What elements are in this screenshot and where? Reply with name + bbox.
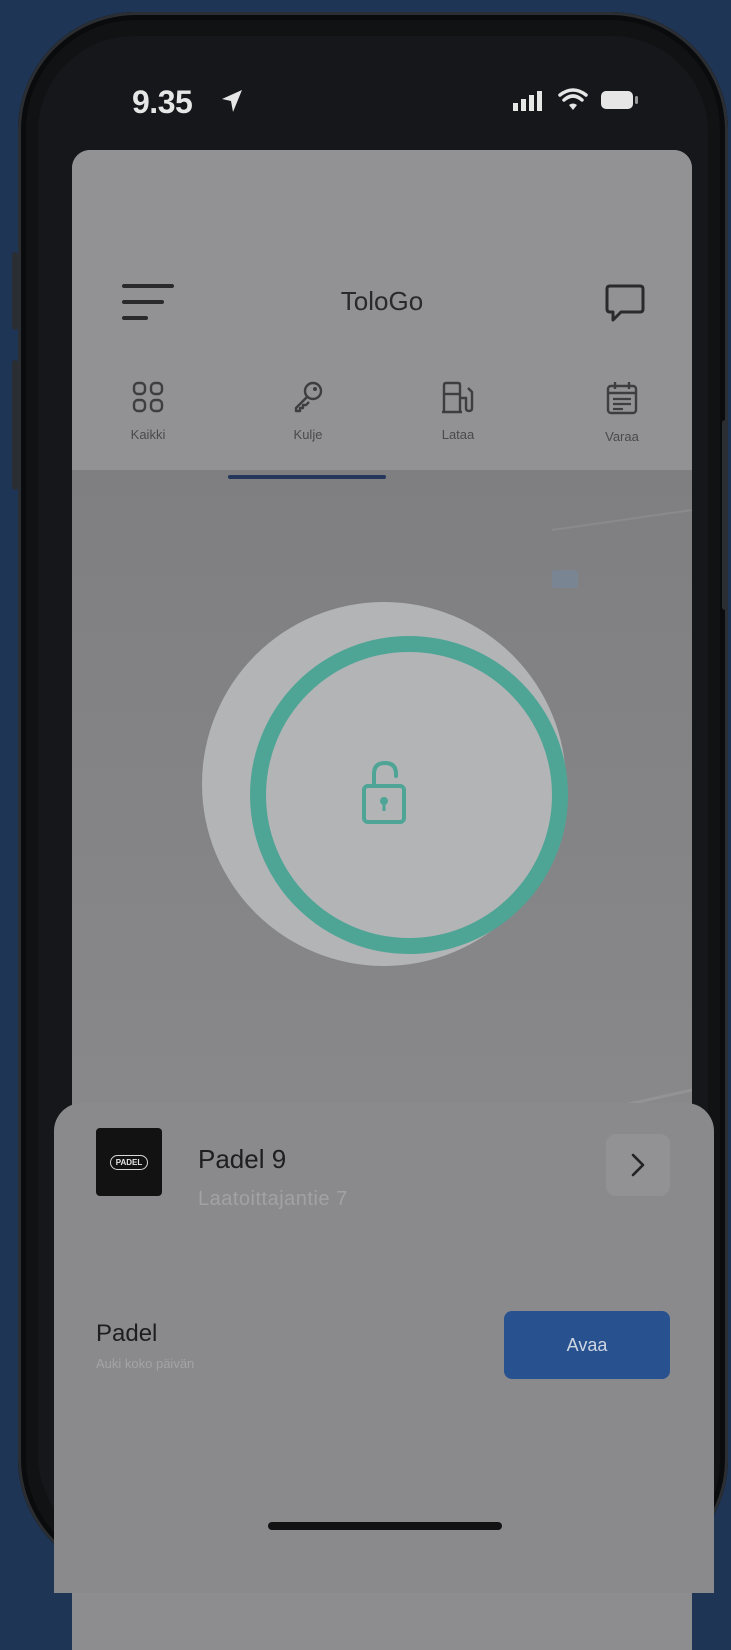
wifi-icon (558, 88, 588, 110)
tab-lataa[interactable]: Lataa (398, 380, 518, 442)
padel-logo: PADEL (96, 1128, 162, 1196)
signal-icon (513, 91, 542, 111)
tab-kulje[interactable]: Kulje (248, 380, 368, 442)
side-button-left (12, 252, 18, 330)
side-button-right (722, 420, 728, 610)
app-header: ToloGo Kaikki Kulje Lataa Varaa (72, 150, 692, 470)
open-button[interactable]: Avaa (504, 1311, 670, 1379)
access-item-title: Padel (96, 1320, 158, 1347)
location-address: Laatoittajantie 7 (198, 1188, 348, 1210)
home-indicator[interactable] (268, 1522, 502, 1530)
tab-varaa[interactable]: Varaa (562, 380, 682, 444)
tab-kulje-label: Kulje (293, 427, 323, 442)
side-button-left-lower (12, 360, 18, 490)
location-details-button[interactable] (606, 1134, 670, 1196)
tab-bar: Kaikki Kulje Lataa Varaa (72, 380, 692, 470)
tab-kaikki[interactable]: Kaikki (88, 380, 208, 442)
battery-icon (601, 91, 638, 109)
location-arrow-icon (222, 90, 242, 112)
status-time: 9.35 (132, 84, 193, 120)
key-icon (294, 381, 323, 413)
tab-varaa-label: Varaa (605, 429, 639, 444)
grid-icon (132, 381, 164, 413)
tab-lataa-label: Lataa (441, 427, 475, 442)
tab-active-indicator (228, 475, 386, 479)
unlock-icon (362, 760, 406, 824)
padel-logo-text: PADEL (109, 1154, 149, 1170)
tab-kaikki-label: Kaikki (130, 427, 166, 442)
chat-icon[interactable] (604, 282, 646, 324)
status-icons (512, 88, 640, 112)
ev-charger-icon (442, 381, 474, 414)
calendar-icon (606, 382, 638, 415)
status-bar: 9.35 (38, 36, 708, 146)
app-title: ToloGo (340, 286, 424, 316)
chevron-right-icon (631, 1153, 645, 1177)
location-name: Padel 9 (198, 1144, 287, 1174)
access-item-subtitle: Auki koko päivän (96, 1356, 195, 1371)
